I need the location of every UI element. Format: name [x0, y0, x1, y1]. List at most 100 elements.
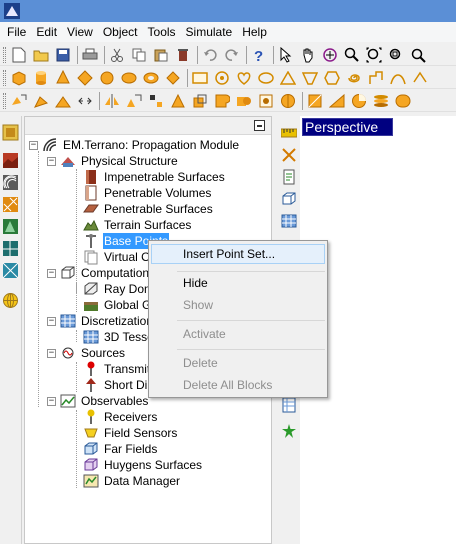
- menu-item-delete-all-blocks[interactable]: Delete All Blocks: [151, 375, 325, 395]
- collapse-toggle[interactable]: −: [29, 140, 38, 150]
- slice-icon[interactable]: [350, 92, 368, 110]
- zoom-extents-icon[interactable]: [365, 46, 383, 64]
- menu-file[interactable]: File: [2, 22, 31, 42]
- collapse-toggle[interactable]: −: [47, 348, 56, 358]
- fillet-icon[interactable]: [394, 92, 412, 110]
- copy-icon[interactable]: [130, 46, 148, 64]
- undo-icon[interactable]: [201, 46, 219, 64]
- table-view-icon[interactable]: [280, 396, 298, 414]
- toolbar-grip[interactable]: [3, 92, 6, 109]
- torus-icon[interactable]: [142, 69, 160, 87]
- toolbar-grip[interactable]: [3, 69, 6, 86]
- ellipsoid-icon[interactable]: [120, 69, 138, 87]
- wave-source-icon[interactable]: [2, 174, 19, 191]
- menu-item-show[interactable]: Show: [151, 295, 325, 315]
- box-icon[interactable]: [10, 69, 28, 87]
- collapse-toggle[interactable]: −: [47, 268, 56, 278]
- document-icon[interactable]: [280, 168, 298, 186]
- cone-icon[interactable]: [54, 69, 72, 87]
- zoom-icon[interactable]: [343, 46, 361, 64]
- scissors-icon[interactable]: [280, 146, 298, 164]
- cylinder-icon[interactable]: [32, 69, 50, 87]
- tree-item-transmitters[interactable]: Transmitt: [83, 361, 155, 377]
- sphere-icon[interactable]: [98, 69, 116, 87]
- tree-item-physical-structure[interactable]: − Physical Structure: [47, 153, 179, 169]
- ellipse-icon[interactable]: [257, 69, 275, 87]
- open-folder-icon[interactable]: [32, 46, 50, 64]
- collapse-toggle[interactable]: −: [47, 316, 56, 326]
- tree-item-discretization[interactable]: − Discretization: [47, 313, 154, 329]
- tree-item-computational[interactable]: − Computational: [47, 265, 159, 281]
- group-icon[interactable]: [191, 92, 209, 110]
- tree-item-sources[interactable]: − Sources: [47, 345, 126, 361]
- menu-help[interactable]: Help: [237, 22, 272, 42]
- transform-icon[interactable]: [147, 92, 165, 110]
- rectangle-icon[interactable]: [191, 69, 209, 87]
- tree-item-penetrable-surfaces[interactable]: Penetrable Surfaces: [83, 201, 214, 217]
- menu-item-insert-point-set[interactable]: Insert Point Set...: [151, 244, 325, 264]
- tree-item-impenetrable-surfaces[interactable]: Impenetrable Surfaces: [83, 169, 226, 185]
- spiral-icon[interactable]: [345, 69, 363, 87]
- tree-item-short-dipoles[interactable]: Short Dip: [83, 377, 155, 393]
- star-burst-icon[interactable]: [280, 422, 298, 440]
- trapezoid-icon[interactable]: [301, 69, 319, 87]
- circle-icon[interactable]: [213, 69, 231, 87]
- tree-item-penetrable-volumes[interactable]: Penetrable Volumes: [83, 185, 212, 201]
- extrude-icon[interactable]: [10, 92, 28, 110]
- grid-tool-icon[interactable]: [2, 240, 19, 257]
- stack-icon[interactable]: [372, 92, 390, 110]
- tree-item-observables[interactable]: − Observables: [47, 393, 149, 409]
- subtract-icon[interactable]: [213, 92, 231, 110]
- cut-icon[interactable]: [108, 46, 126, 64]
- toolbar-grip[interactable]: [3, 46, 6, 63]
- tree-item-root[interactable]: − EM.Terrano: Propagation Module: [29, 137, 240, 153]
- mesh-tool-icon[interactable]: [2, 262, 19, 279]
- diamond-icon[interactable]: [164, 69, 182, 87]
- redo-icon[interactable]: [223, 46, 241, 64]
- triangle-icon[interactable]: [279, 69, 297, 87]
- box-view-icon[interactable]: [280, 190, 298, 208]
- pan-hand-icon[interactable]: [299, 46, 317, 64]
- menu-object[interactable]: Object: [98, 22, 143, 42]
- sweep-icon[interactable]: [54, 92, 72, 110]
- zoom-window-icon[interactable]: [387, 46, 405, 64]
- align-icon[interactable]: [169, 92, 187, 110]
- grid-view-icon[interactable]: [280, 212, 298, 230]
- physical-structure-tool-icon[interactable]: [2, 124, 19, 141]
- collapse-toggle[interactable]: −: [47, 396, 56, 406]
- intersect-icon[interactable]: [257, 92, 275, 110]
- tree-item-data-manager[interactable]: Data Manager: [83, 473, 181, 489]
- menu-item-activate[interactable]: Activate: [151, 324, 325, 344]
- polygon-icon[interactable]: [323, 69, 341, 87]
- union-icon[interactable]: [235, 92, 253, 110]
- tree-item-ray-domain[interactable]: Ray Dom: [83, 281, 155, 297]
- observable-tool-icon[interactable]: [2, 218, 19, 235]
- wedge-icon[interactable]: [306, 92, 324, 110]
- tree-item-terrain-surfaces[interactable]: Terrain Surfaces: [83, 217, 192, 233]
- arc-icon[interactable]: [411, 69, 429, 87]
- tree-item-global-ground[interactable]: Global Gr: [83, 297, 156, 313]
- loft-icon[interactable]: [32, 92, 50, 110]
- help-icon[interactable]: ?: [250, 46, 268, 64]
- zoom-to-icon[interactable]: [409, 46, 427, 64]
- tree-item-receivers[interactable]: Receivers: [83, 409, 158, 425]
- shell-icon[interactable]: [328, 92, 346, 110]
- collapse-toggle[interactable]: −: [47, 156, 56, 166]
- array-icon[interactable]: [125, 92, 143, 110]
- panel-minimize-button[interactable]: [254, 120, 265, 131]
- mirror-icon[interactable]: [103, 92, 121, 110]
- menu-edit[interactable]: Edit: [31, 22, 62, 42]
- revolve-icon[interactable]: [76, 92, 94, 110]
- curve-icon[interactable]: [389, 69, 407, 87]
- menu-item-hide[interactable]: Hide: [151, 273, 325, 293]
- menu-item-delete[interactable]: Delete: [151, 353, 325, 373]
- globe-tool-icon[interactable]: [2, 292, 19, 309]
- ruler-icon[interactable]: [280, 124, 298, 142]
- delete-icon[interactable]: [174, 46, 192, 64]
- polyline-icon[interactable]: [367, 69, 385, 87]
- tree-item-3d-tessellation[interactable]: 3D Tesse: [83, 329, 155, 345]
- heart-icon[interactable]: [235, 69, 253, 87]
- paste-icon[interactable]: [152, 46, 170, 64]
- split-icon[interactable]: [279, 92, 297, 110]
- tree-item-far-fields[interactable]: Far Fields: [83, 441, 158, 457]
